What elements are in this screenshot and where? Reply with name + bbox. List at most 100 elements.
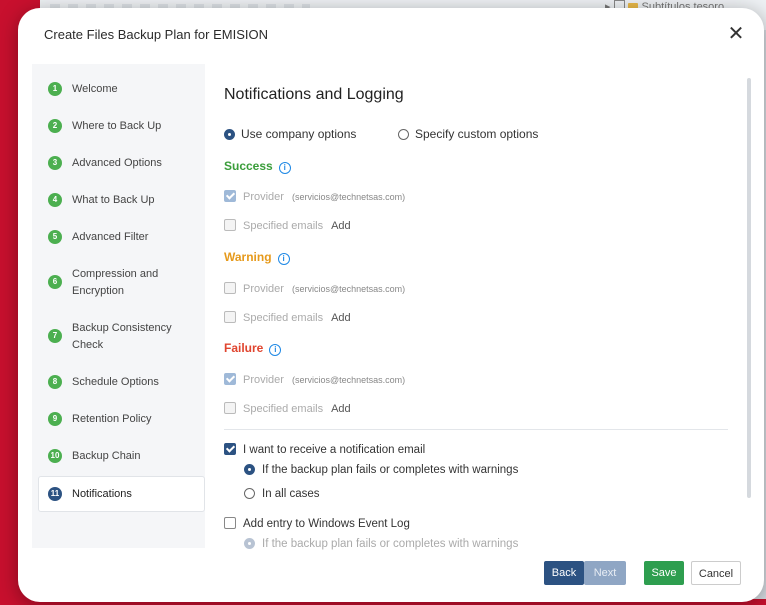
step-number-icon: 6 bbox=[48, 275, 62, 289]
radio-label: In all cases bbox=[262, 488, 320, 500]
section-label: Success bbox=[224, 159, 273, 173]
warning-section-title: Warning i bbox=[224, 250, 290, 265]
step-schedule-options[interactable]: 8 Schedule Options bbox=[32, 375, 205, 391]
checkbox-label: I want to receive a notification email bbox=[243, 444, 426, 456]
step-backup-chain[interactable]: 10 Backup Chain bbox=[32, 449, 205, 465]
success-emails-row: Specified emails Add bbox=[224, 219, 351, 232]
wizard-steps-sidebar: 1 Welcome 2 Where to Back Up 3 Advanced … bbox=[32, 64, 205, 548]
provider-checkbox[interactable] bbox=[224, 282, 236, 294]
step-number-icon: 4 bbox=[48, 193, 62, 207]
provider-email: (servicios@technetsas.com) bbox=[291, 284, 406, 294]
step-retention-policy[interactable]: 9 Retention Policy bbox=[32, 412, 205, 428]
use-company-options-radio[interactable]: Use company options bbox=[224, 127, 356, 141]
save-button[interactable]: Save bbox=[644, 561, 684, 585]
specified-emails-label: Specified emails bbox=[243, 220, 324, 232]
add-email-link[interactable]: Add bbox=[331, 403, 351, 415]
step-number-icon: 5 bbox=[48, 230, 62, 244]
section-divider bbox=[224, 429, 728, 430]
step-number-icon: 3 bbox=[48, 156, 62, 170]
close-icon[interactable]: ✕ bbox=[724, 22, 748, 46]
step-label: Compression and Encryption bbox=[72, 268, 159, 297]
step-compression-encryption[interactable]: 6 Compression and Encryption bbox=[32, 267, 205, 300]
provider-email: (servicios@technetsas.com) bbox=[291, 375, 406, 385]
step-what-to-back-up[interactable]: 4 What to Back Up bbox=[32, 193, 205, 209]
event-log-fails-radio[interactable]: If the backup plan fails or completes wi… bbox=[244, 538, 518, 550]
checkbox-checked-icon bbox=[224, 443, 236, 455]
step-label: Notifications bbox=[72, 487, 132, 500]
section-label: Warning bbox=[224, 250, 272, 264]
checkbox-unchecked-icon bbox=[224, 517, 236, 529]
radio-disabled-icon bbox=[244, 538, 255, 549]
backup-plan-dialog: Create Files Backup Plan for EMISION ✕ 1… bbox=[18, 8, 764, 602]
event-log-checkbox[interactable]: Add entry to Windows Event Log bbox=[224, 517, 410, 530]
success-section-title: Success i bbox=[224, 159, 291, 174]
step-advanced-filter[interactable]: 5 Advanced Filter bbox=[32, 230, 205, 246]
radio-label: Use company options bbox=[241, 127, 357, 141]
content-scrollbar[interactable] bbox=[747, 78, 751, 498]
back-button[interactable]: Back bbox=[544, 561, 584, 585]
notify-fails-radio[interactable]: If the backup plan fails or completes wi… bbox=[244, 464, 518, 476]
provider-label: Provider bbox=[243, 191, 284, 203]
specified-emails-checkbox[interactable] bbox=[224, 402, 236, 414]
specify-custom-options-radio[interactable]: Specify custom options bbox=[398, 127, 538, 141]
section-label: Failure bbox=[224, 341, 264, 355]
step-number-icon: 8 bbox=[48, 375, 62, 389]
specified-emails-checkbox[interactable] bbox=[224, 311, 236, 323]
step-number-icon: 9 bbox=[48, 412, 62, 426]
info-icon[interactable]: i bbox=[278, 162, 291, 174]
add-email-link[interactable]: Add bbox=[331, 220, 351, 232]
checkbox-label: Add entry to Windows Event Log bbox=[243, 518, 410, 530]
provider-label: Provider bbox=[243, 283, 284, 295]
success-provider-row: Provider (servicios@technetsas.com) bbox=[224, 190, 405, 203]
warning-emails-row: Specified emails Add bbox=[224, 311, 351, 324]
step-backup-consistency-check[interactable]: 7 Backup Consistency Check bbox=[32, 321, 205, 354]
info-icon[interactable]: i bbox=[269, 344, 282, 356]
step-notifications[interactable]: 11 Notifications bbox=[38, 476, 205, 512]
specified-emails-checkbox[interactable] bbox=[224, 219, 236, 231]
step-label: What to Back Up bbox=[72, 194, 155, 206]
radio-selected-icon bbox=[244, 464, 255, 475]
radio-selected-icon bbox=[224, 129, 235, 140]
step-number-icon: 10 bbox=[48, 449, 62, 463]
provider-checkbox[interactable] bbox=[224, 373, 236, 385]
provider-label: Provider bbox=[243, 374, 284, 386]
step-number-icon: 7 bbox=[48, 329, 62, 343]
info-icon[interactable]: i bbox=[277, 253, 290, 265]
dialog-header: Create Files Backup Plan for EMISION ✕ bbox=[18, 8, 764, 58]
step-number-icon: 1 bbox=[48, 82, 62, 96]
failure-section-title: Failure i bbox=[224, 341, 282, 356]
radio-unselected-icon bbox=[244, 488, 255, 499]
provider-email: (servicios@technetsas.com) bbox=[291, 192, 406, 202]
step-label: Welcome bbox=[72, 83, 118, 95]
failure-provider-row: Provider (servicios@technetsas.com) bbox=[224, 373, 405, 386]
step-label: Backup Chain bbox=[72, 450, 141, 462]
step-advanced-options[interactable]: 3 Advanced Options bbox=[32, 156, 205, 172]
page-title: Notifications and Logging bbox=[224, 86, 404, 103]
radio-label: If the backup plan fails or completes wi… bbox=[262, 538, 519, 550]
radio-label: Specify custom options bbox=[415, 127, 539, 141]
step-number-icon: 11 bbox=[48, 487, 62, 501]
warning-provider-row: Provider (servicios@technetsas.com) bbox=[224, 282, 405, 295]
step-label: Schedule Options bbox=[72, 376, 159, 388]
next-button[interactable]: Next bbox=[584, 561, 626, 585]
specified-emails-label: Specified emails bbox=[243, 312, 324, 324]
step-label: Retention Policy bbox=[72, 413, 152, 425]
radio-label: If the backup plan fails or completes wi… bbox=[262, 464, 519, 476]
step-label: Advanced Options bbox=[72, 157, 162, 169]
step-label: Backup Consistency Check bbox=[72, 322, 172, 351]
provider-checkbox[interactable] bbox=[224, 190, 236, 202]
failure-emails-row: Specified emails Add bbox=[224, 402, 351, 415]
step-welcome[interactable]: 1 Welcome bbox=[32, 82, 205, 98]
step-label: Advanced Filter bbox=[72, 231, 149, 243]
step-number-icon: 2 bbox=[48, 119, 62, 133]
notify-all-cases-radio[interactable]: In all cases bbox=[244, 488, 320, 500]
step-where-to-back-up[interactable]: 2 Where to Back Up bbox=[32, 119, 205, 135]
dialog-title: Create Files Backup Plan for EMISION bbox=[44, 27, 268, 42]
specified-emails-label: Specified emails bbox=[243, 403, 324, 415]
add-email-link[interactable]: Add bbox=[331, 312, 351, 324]
radio-unselected-icon bbox=[398, 129, 409, 140]
cancel-button[interactable]: Cancel bbox=[691, 561, 741, 585]
notifications-panel: Notifications and Logging Use company op… bbox=[206, 64, 751, 554]
notification-email-checkbox[interactable]: I want to receive a notification email bbox=[224, 443, 425, 456]
step-label: Where to Back Up bbox=[72, 120, 162, 132]
